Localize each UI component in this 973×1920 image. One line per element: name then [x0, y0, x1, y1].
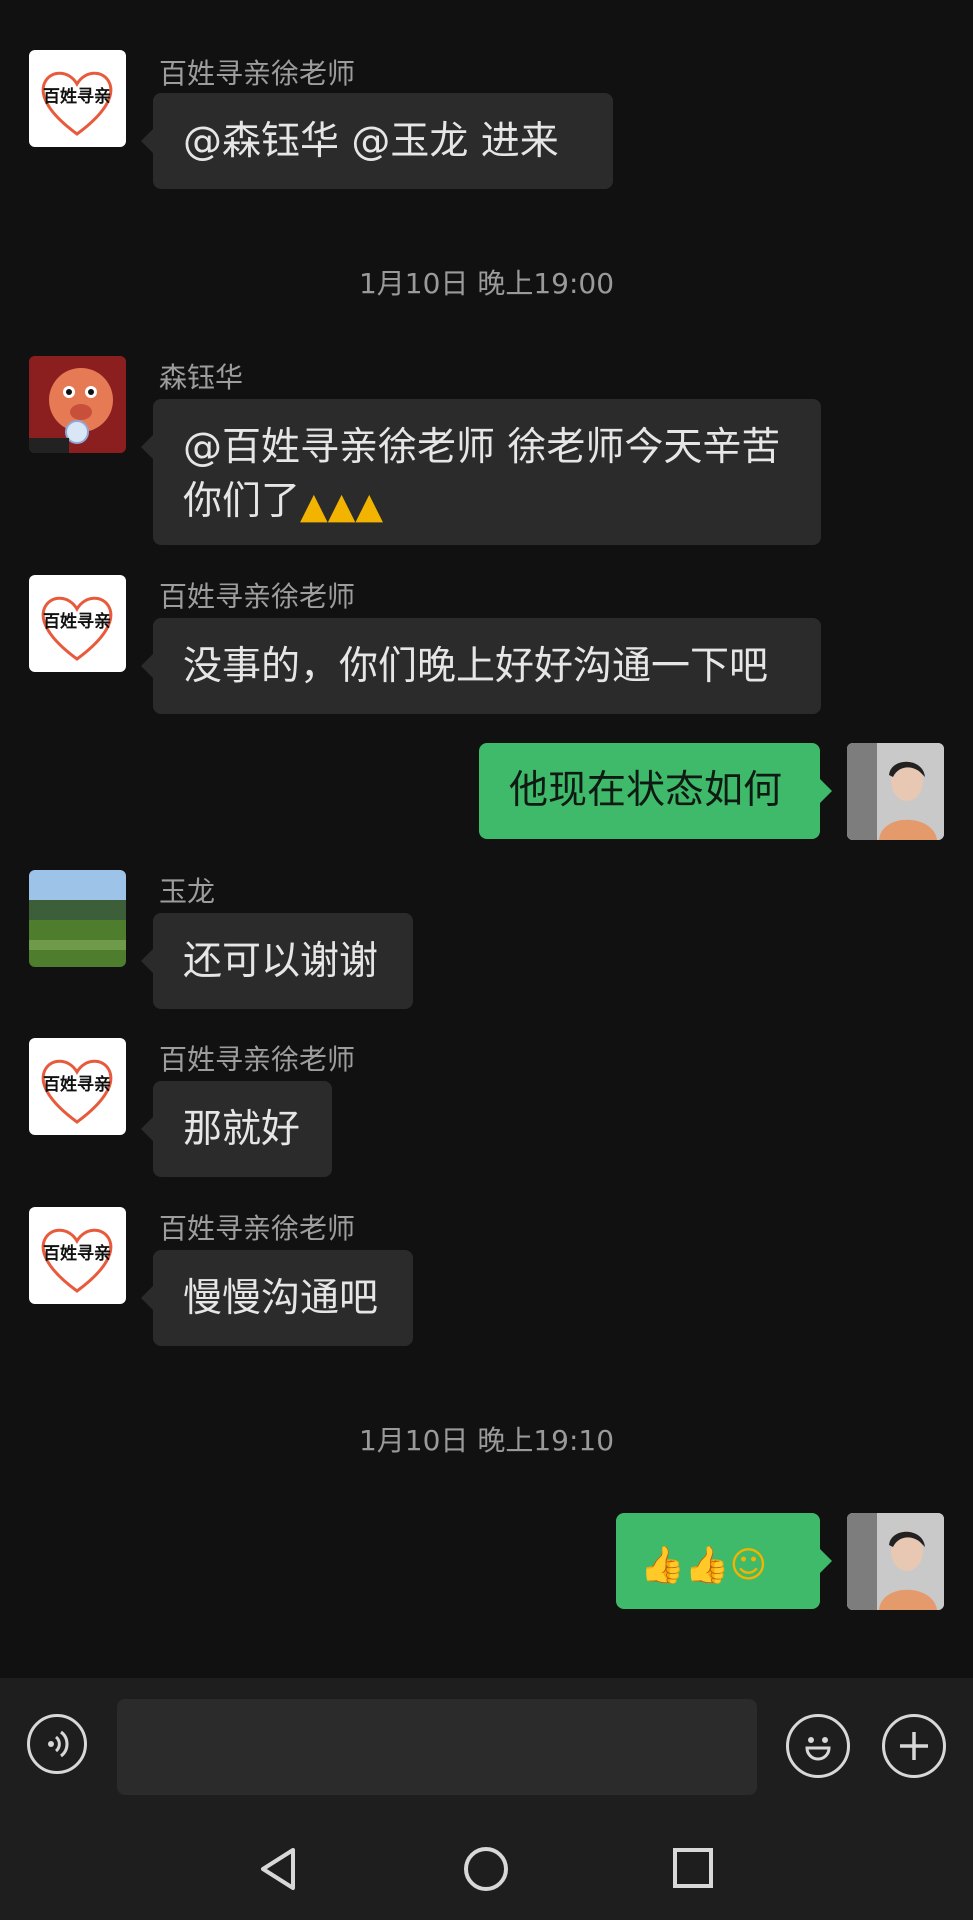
logo-text: 百姓寻亲	[43, 1243, 111, 1264]
home-circle-icon[interactable]	[460, 1843, 512, 1895]
landscape-photo-icon	[29, 870, 126, 967]
message-bubble[interactable]: 没事的，你们晚上好好沟通一下吧	[141, 618, 821, 714]
message-text: 慢慢沟通吧	[183, 1276, 379, 1321]
voice-icon	[48, 1730, 69, 1758]
my-message-bubble[interactable]: 👍👍☺	[616, 1513, 832, 1609]
avatar-baixing-logo[interactable]: 百姓寻亲	[29, 1207, 126, 1304]
message-bubble[interactable]: 还可以谢谢	[141, 913, 413, 1009]
cartoon-pig-icon	[29, 356, 126, 453]
avatar-baixing-logo[interactable]: 百姓寻亲	[29, 575, 126, 672]
sender-name: 百姓寻亲徐老师	[159, 57, 356, 90]
voice-button[interactable]	[27, 1714, 87, 1774]
message-bubble[interactable]: @森钰华 @玉龙 进来	[141, 93, 613, 189]
avatar-yulong[interactable]	[29, 870, 126, 967]
heart-logo-icon: 百姓寻亲	[41, 71, 113, 136]
system-nav-bar	[0, 1810, 973, 1920]
message-text: 没事的，你们晚上好好沟通一下吧	[183, 644, 769, 689]
my-avatar[interactable]	[847, 743, 944, 840]
recents-square-icon[interactable]	[668, 1843, 718, 1893]
input-bar	[0, 1678, 973, 1810]
message-text-line1: @百姓寻亲徐老师 徐老师今天辛苦	[183, 425, 781, 470]
thumbs-up-icon: 👍	[684, 1545, 730, 1586]
chat-history[interactable]: 百姓寻亲 百姓寻亲徐老师 @森钰华 @玉龙 进来 1月10日 晚上19:00 森…	[0, 0, 973, 1678]
heart-logo-icon: 百姓寻亲	[41, 1059, 113, 1124]
thumbs-up-icon: 👍	[640, 1545, 685, 1586]
message-text: 他现在状态如何	[509, 768, 783, 813]
my-avatar[interactable]	[847, 1513, 944, 1610]
back-triangle-icon[interactable]	[255, 1844, 305, 1894]
message-input[interactable]	[117, 1699, 757, 1795]
message-bubble[interactable]: 那就好	[141, 1081, 332, 1177]
plus-button[interactable]	[882, 1714, 946, 1778]
heart-logo-icon: 百姓寻亲	[41, 1228, 113, 1293]
sender-name: 百姓寻亲徐老师	[159, 1043, 356, 1076]
profile-photo-icon	[847, 1513, 944, 1610]
sender-name: 森钰华	[159, 361, 244, 394]
logo-text: 百姓寻亲	[43, 86, 111, 107]
sender-name: 百姓寻亲徐老师	[159, 1212, 356, 1245]
sender-name: 百姓寻亲徐老师	[159, 580, 356, 613]
plus-icon	[900, 1732, 928, 1760]
grinning-face-icon: ☺	[729, 1545, 768, 1586]
message-bubble[interactable]: 慢慢沟通吧	[141, 1250, 413, 1346]
logo-text: 百姓寻亲	[43, 611, 111, 632]
my-message-bubble[interactable]: 他现在状态如何	[479, 743, 832, 839]
message-text-line2: 你们了	[183, 479, 301, 524]
avatar-baixing-logo[interactable]: 百姓寻亲	[29, 1038, 126, 1135]
message-text: 还可以谢谢	[183, 939, 379, 984]
emoji-icon	[805, 1737, 831, 1761]
message-text: 那就好	[183, 1107, 301, 1152]
avatar-baixing-logo[interactable]: 百姓寻亲	[29, 50, 126, 147]
message-bubble[interactable]: @百姓寻亲徐老师 徐老师今天辛苦 你们了▲▲▲	[141, 399, 821, 545]
logo-text: 百姓寻亲	[43, 1074, 111, 1095]
heart-logo-icon: 百姓寻亲	[41, 596, 113, 661]
message-text: @森钰华 @玉龙 进来	[183, 119, 559, 164]
pray-emoji-icon: ▲▲▲	[300, 486, 384, 527]
timestamp: 1月10日 晚上19:00	[358, 267, 615, 300]
profile-photo-icon	[847, 743, 944, 840]
emoji-button[interactable]	[786, 1714, 850, 1778]
avatar-senyuhua[interactable]	[29, 356, 126, 453]
timestamp: 1月10日 晚上19:10	[358, 1424, 615, 1457]
sender-name: 玉龙	[159, 875, 216, 908]
